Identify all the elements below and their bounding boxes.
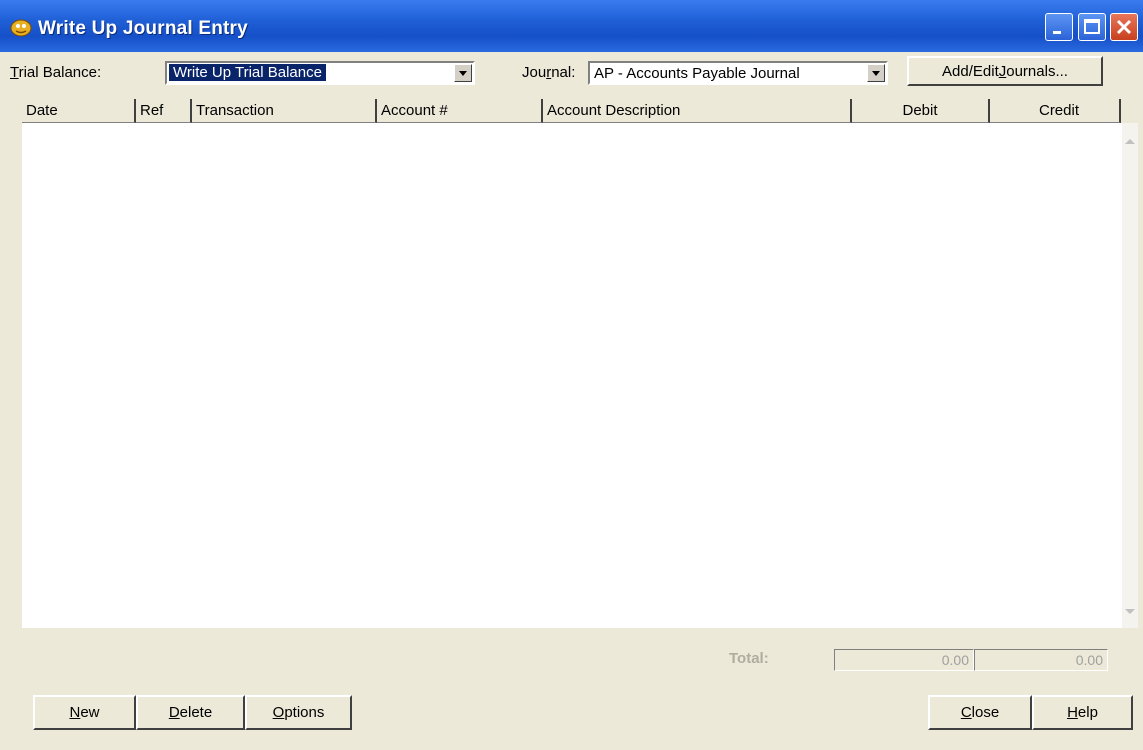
- scroll-up-icon[interactable]: [1125, 139, 1135, 144]
- chevron-down-icon[interactable]: [867, 64, 885, 82]
- trial-balance-value: Write Up Trial Balance: [169, 64, 326, 81]
- maximize-icon: [1084, 19, 1100, 34]
- window-title: Write Up Journal Entry: [38, 18, 248, 39]
- trial-balance-select[interactable]: Write Up Trial Balance: [165, 61, 475, 85]
- column-header-account-description[interactable]: Account Description: [543, 99, 852, 123]
- total-credit-field: 0.00: [974, 649, 1108, 671]
- journal-value: AP - Accounts Payable Journal: [594, 65, 800, 82]
- total-debit-field: 0.00: [834, 649, 974, 671]
- maximize-button[interactable]: [1078, 13, 1106, 41]
- add-edit-journals-button[interactable]: Add/Edit Journals...: [907, 56, 1103, 86]
- app-icon: [10, 19, 32, 37]
- trial-balance-label: Trial Balance:: [10, 64, 102, 81]
- column-header-transaction[interactable]: Transaction: [192, 99, 377, 123]
- vertical-scrollbar[interactable]: [1122, 123, 1138, 628]
- total-label: Total:: [729, 650, 769, 667]
- help-button[interactable]: Help: [1032, 695, 1133, 730]
- minimize-icon: [1053, 31, 1061, 34]
- grid-header: Date Ref Transaction Account # Account D…: [22, 99, 1122, 123]
- title-bar[interactable]: Write Up Journal Entry: [0, 0, 1143, 52]
- delete-button[interactable]: Delete: [136, 695, 245, 730]
- column-header-credit[interactable]: Credit: [990, 99, 1121, 123]
- scroll-down-icon[interactable]: [1125, 609, 1135, 614]
- dialog-body: Trial Balance: Write Up Trial Balance Jo…: [6, 52, 1138, 750]
- close-button[interactable]: Close: [928, 695, 1032, 730]
- close-icon: [1116, 19, 1132, 35]
- write-up-journal-entry-window: Write Up Journal Entry Trial Balance: Wr…: [0, 0, 1143, 750]
- journal-entry-grid[interactable]: [22, 123, 1122, 628]
- minimize-button[interactable]: [1045, 13, 1073, 41]
- close-window-button[interactable]: [1110, 13, 1138, 41]
- column-header-account-number[interactable]: Account #: [377, 99, 543, 123]
- options-button[interactable]: Options: [245, 695, 352, 730]
- journal-label: Journal:: [522, 64, 576, 81]
- chevron-down-icon[interactable]: [454, 64, 472, 82]
- new-button[interactable]: New: [33, 695, 136, 730]
- column-header-date[interactable]: Date: [22, 99, 136, 123]
- column-header-ref[interactable]: Ref: [136, 99, 192, 123]
- journal-select[interactable]: AP - Accounts Payable Journal: [588, 61, 888, 85]
- column-header-debit[interactable]: Debit: [852, 99, 990, 123]
